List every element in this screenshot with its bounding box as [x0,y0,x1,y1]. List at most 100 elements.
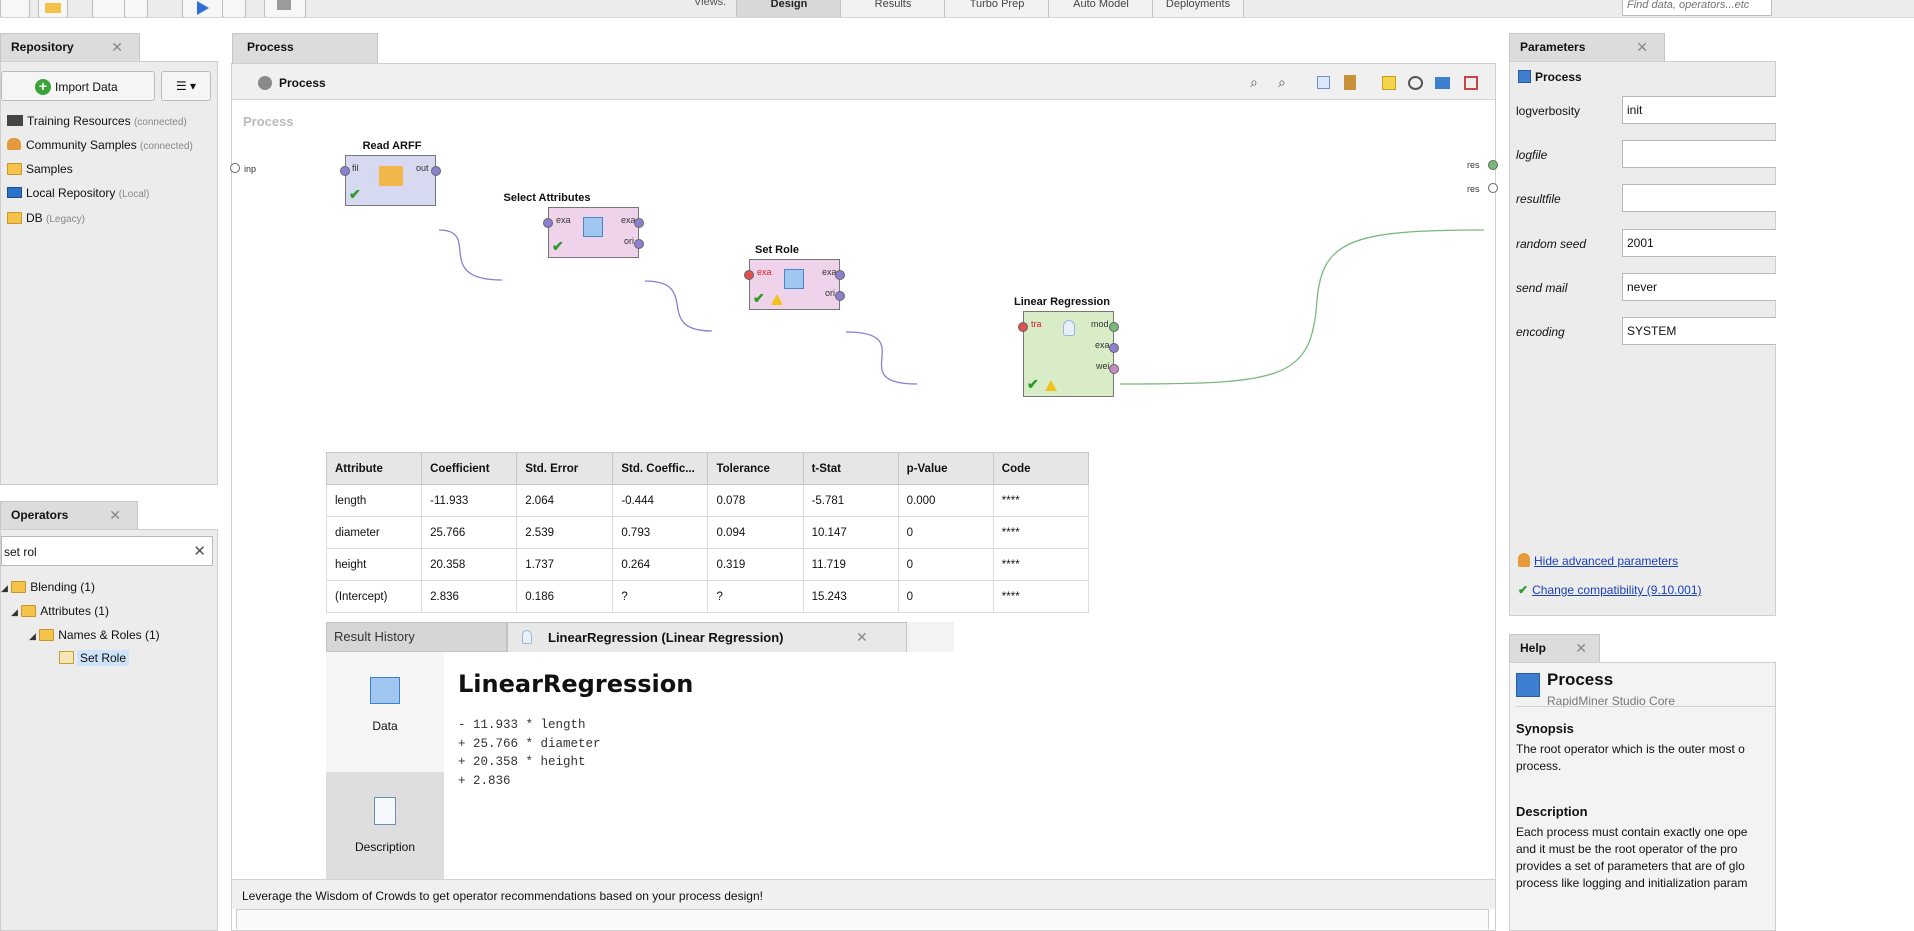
table-cell: ? [612,580,709,613]
table-header[interactable]: Code [992,452,1090,485]
import-data-button[interactable]: + Import Data [1,71,155,101]
run-button[interactable] [182,0,224,17]
view-tab-results[interactable]: Results [840,0,946,17]
save-button[interactable] [92,0,126,17]
zoom-in-icon[interactable]: ⌕ [1250,74,1258,91]
param-logfile-input[interactable] [1622,140,1782,168]
table-header[interactable]: Coefficient [421,452,518,485]
check-icon: ✔ [349,186,361,202]
operator-search-field[interactable]: set rol ✕ [1,536,213,566]
auto-wire-icon[interactable] [1408,76,1423,90]
repo-item-samples[interactable]: Samples [7,162,73,176]
hide-advanced-link[interactable]: Hide advanced parameters [1534,554,1678,568]
repo-item-training-resources[interactable]: Training Resources (connected) [7,114,187,128]
view-tab-turbo-prep[interactable]: Turbo Prep [944,0,1050,17]
open-folder-icon[interactable] [38,0,68,17]
repo-item-community-samples[interactable]: Community Samples (connected) [7,138,193,152]
table-header[interactable]: Std. Coeffic... [612,452,709,485]
global-search-input[interactable] [1622,0,1772,16]
table-cell: **** [992,516,1090,549]
view-tab-deployments[interactable]: Deployments [1152,0,1244,17]
close-icon[interactable]: ✕ [1636,34,1648,60]
tab-operators[interactable]: Operators ✕ [0,501,138,529]
process-input-port[interactable] [230,163,240,173]
port-in[interactable] [1018,322,1028,332]
zoom-out-icon[interactable]: ⌕ [1278,74,1286,91]
tree-item-set-role[interactable]: Set Role [59,650,130,666]
save-dropdown-icon[interactable] [124,0,148,17]
data-view-button[interactable]: Data [326,652,444,772]
tab-help[interactable]: Help ✕ [1509,634,1600,662]
hide-advanced-parameters[interactable]: Hide advanced parameters [1518,553,1678,568]
description-view-button[interactable]: Description [326,772,444,889]
table-header[interactable]: t-Stat [802,452,899,485]
output-port-label: res [1467,184,1480,194]
close-icon[interactable]: ✕ [1575,635,1587,661]
close-icon[interactable]: ✕ [109,502,121,528]
tree-item-blending[interactable]: ◢ Blending (1) [1,580,95,594]
repository-menu-button[interactable]: ☰ ▾ [161,71,211,101]
tree-item-attributes[interactable]: ◢ Attributes (1) [11,604,109,618]
param-label: encoding [1516,325,1565,339]
process-output-port[interactable] [1488,160,1498,170]
layout-icon[interactable] [1435,77,1450,89]
table-header[interactable]: p-Value [897,452,994,485]
tab-process[interactable]: Process [232,33,378,63]
table-row[interactable]: height 20.358 1.737 0.264 0.319 11.719 0… [325,548,1090,581]
tab-repository[interactable]: Repository ✕ [0,33,140,61]
clear-search-icon[interactable]: ✕ [193,542,206,560]
param-encoding-select[interactable]: SYSTEM [1622,317,1782,345]
table-row[interactable]: length -11.933 2.064 -0.444 0.078 -5.781… [325,484,1090,517]
table-row[interactable]: diameter 25.766 2.539 0.793 0.094 10.147… [325,516,1090,549]
paste-icon[interactable] [1344,75,1356,90]
port-out[interactable] [1109,343,1119,353]
port-in[interactable] [340,166,350,176]
view-tab-auto-model[interactable]: Auto Model [1048,0,1154,17]
change-compatibility[interactable]: ✔ Change compatibility (9.10.001) [1518,583,1702,597]
fit-view-icon[interactable] [1464,76,1478,90]
param-row-encoding: encoding SYSTEM [1510,314,1782,350]
tab-parameters[interactable]: Parameters ✕ [1509,33,1665,61]
table-header[interactable]: Std. Error [516,452,614,485]
port-out[interactable] [835,270,845,280]
operator-linear-regression[interactable]: tra mod exa wei ✔ [1023,311,1114,397]
add-note-icon[interactable] [1382,76,1396,90]
port-in[interactable] [744,270,754,280]
tab-result-history[interactable]: Result History [326,622,507,652]
run-dropdown-icon[interactable] [222,0,246,17]
copy-icon[interactable] [1317,76,1330,89]
port-in[interactable] [543,218,553,228]
operator-read-arff[interactable]: fil out ✔ [345,155,436,206]
param-logverbosity-select[interactable]: init [1622,96,1782,124]
process-output-port[interactable] [1488,183,1498,193]
change-compatibility-link[interactable]: Change compatibility (9.10.001) [1532,583,1701,597]
port-out[interactable] [835,291,845,301]
table-header[interactable]: Tolerance [707,452,804,485]
tab-linear-regression[interactable]: LinearRegression (Linear Regression) ✕ [507,622,907,652]
operator-select-attributes[interactable]: exa exa ori ✔ [548,207,639,258]
table-row[interactable]: (Intercept) 2.836 0.186 ? ? 15.243 0 ***… [325,580,1090,613]
view-tab-design[interactable]: Design [736,0,842,17]
port-out[interactable] [1109,364,1119,374]
operator-set-role[interactable]: exa exa ori ✔ [749,259,840,310]
repo-item-db[interactable]: DB (Legacy) [7,211,85,225]
table-header[interactable]: Attribute [325,452,423,485]
table-cell: 2.836 [421,580,518,613]
new-process-button[interactable] [0,0,30,17]
close-icon[interactable]: ✕ [111,34,123,60]
port-label: exa [757,267,772,277]
param-row-logfile: logfile [1510,137,1782,173]
param-send-mail-select[interactable]: never [1622,273,1782,301]
param-random-seed-input[interactable]: 2001 [1622,229,1782,257]
port-out[interactable] [1109,322,1119,332]
port-out[interactable] [431,166,441,176]
port-out[interactable] [634,239,644,249]
stop-button[interactable] [264,0,306,17]
param-resultfile-input[interactable] [1622,184,1782,212]
port-out[interactable] [634,218,644,228]
breadcrumb[interactable]: Process [279,76,326,90]
repo-item-local-repository[interactable]: Local Repository (Local) [7,186,149,200]
param-label: random seed [1516,237,1587,251]
close-icon[interactable]: ✕ [856,629,868,646]
tree-item-names-roles[interactable]: ◢ Names & Roles (1) [29,628,160,642]
